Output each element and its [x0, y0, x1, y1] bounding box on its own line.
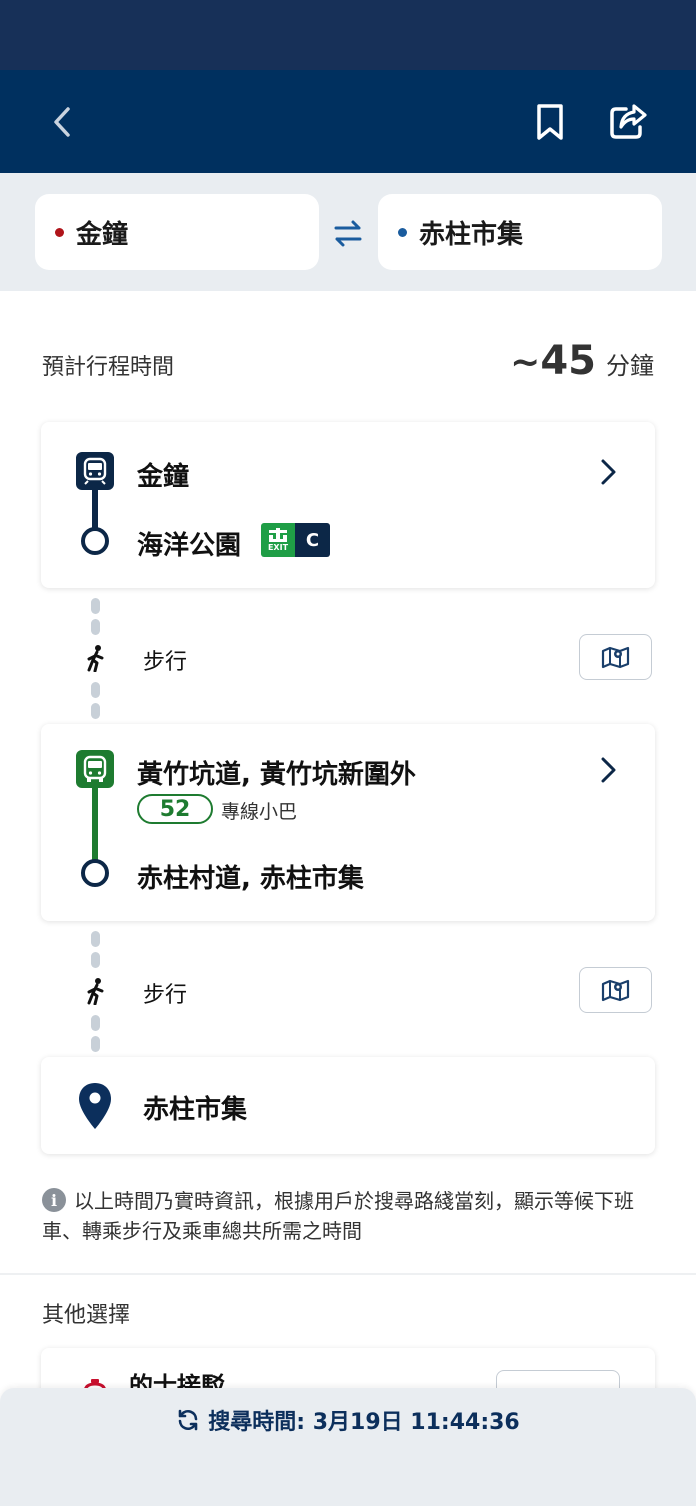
mtr-icon: [76, 452, 114, 490]
map-button[interactable]: [579, 634, 652, 680]
search-time-bar: 搜尋時間: 3月19日 11:44:36: [0, 1388, 696, 1506]
share-icon: [610, 104, 647, 139]
estimate-label: 預計行程時間: [42, 355, 175, 380]
leg-card-mtr[interactable]: 金鐘 海洋公園 EXIT C: [41, 422, 655, 588]
mtr-end-circle: [81, 527, 109, 555]
back-button[interactable]: [38, 98, 86, 146]
exit-text: EXIT: [267, 543, 289, 552]
exit-letter: C: [295, 523, 330, 557]
leg-to-stop: 海洋公園: [137, 531, 242, 561]
destination-card: 赤柱市集: [41, 1057, 655, 1154]
leg-from-stop: 黃竹坑道, 黃竹坑新圍外: [137, 760, 416, 790]
section-divider: [0, 1273, 696, 1275]
minibus-line: [92, 786, 98, 862]
search-time[interactable]: 搜尋時間: 3月19日 11:44:36: [0, 1404, 696, 1436]
swap-icon: [334, 220, 362, 247]
swap-button[interactable]: [328, 213, 368, 253]
minibus-icon: [76, 750, 114, 788]
destination-name: 赤柱市集: [419, 219, 524, 250]
leg-to-stop: 赤柱村道, 赤柱市集: [137, 864, 364, 894]
map-button[interactable]: [579, 967, 652, 1013]
origin-field[interactable]: 金鐘: [35, 194, 319, 270]
leg-card-minibus[interactable]: 黃竹坑道, 黃竹坑新圍外 52 專線小巴 赤柱村道, 赤柱市集: [41, 724, 655, 921]
walk-label: 步行: [143, 650, 188, 675]
other-options-title: 其他選擇: [42, 1303, 131, 1328]
minibus-end-circle: [81, 859, 109, 887]
walk-dots: [91, 931, 100, 973]
estimate-minutes: 45: [540, 338, 596, 384]
walk-dots: [91, 598, 100, 640]
info-text: 以上時間乃實時資訊，根據用戶於搜尋路綫當刻，顯示等候下班車、轉乘步行及乘車總共所…: [42, 1189, 634, 1243]
origin-destination-panel: 金鐘 赤柱市集: [0, 173, 696, 291]
walk-dots-lower: [91, 682, 100, 724]
map-icon: [601, 646, 629, 669]
destination-field[interactable]: 赤柱市集: [378, 194, 662, 270]
location-pin-icon: [79, 1083, 111, 1129]
map-icon: [601, 979, 629, 1002]
origin-dot: [55, 227, 64, 237]
exit-badge: EXIT C: [261, 523, 330, 557]
walk-icon: [87, 645, 104, 672]
route-number-badge: 52: [137, 794, 213, 824]
status-bar: [0, 0, 696, 70]
bookmark-icon: [537, 104, 563, 140]
destination-dot: [398, 227, 407, 237]
share-button[interactable]: [604, 98, 652, 146]
walk-label: 步行: [143, 983, 188, 1008]
origin-name: 金鐘: [76, 219, 129, 250]
estimate-unit: 分鐘: [606, 352, 654, 380]
exit-icon: EXIT: [261, 523, 295, 557]
back-icon: [54, 107, 70, 137]
destination-stop: 赤柱市集: [143, 1095, 248, 1125]
refresh-icon: [178, 1409, 198, 1431]
walk-dots-lower: [91, 1015, 100, 1057]
mtr-line: [92, 488, 98, 530]
leg-from-stop: 金鐘: [137, 462, 190, 492]
app-bar: [0, 70, 696, 173]
walk-icon: [87, 978, 104, 1005]
estimate-value: ~ 45 分鐘: [510, 338, 654, 384]
chevron-right-icon: [601, 459, 616, 485]
route-type-label: 專線小巴: [221, 801, 298, 823]
search-time-label: 搜尋時間: 3月19日 11:44:36: [208, 1410, 520, 1435]
estimate-tilde: ~: [510, 342, 541, 383]
bookmark-button[interactable]: [526, 98, 574, 146]
chevron-right-icon: [601, 757, 616, 783]
